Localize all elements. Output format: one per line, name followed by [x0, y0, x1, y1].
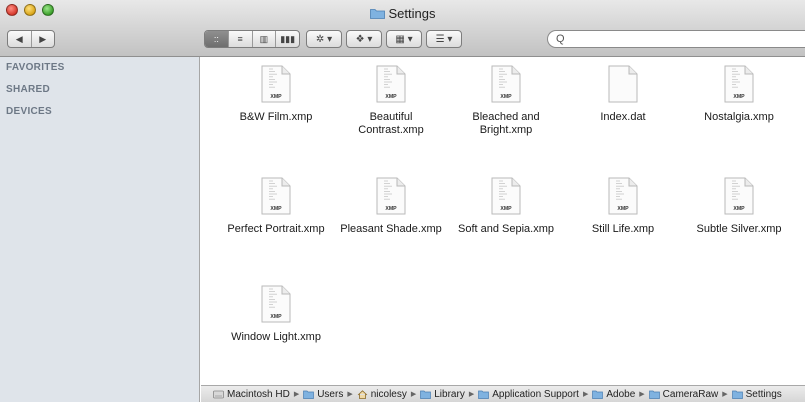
file-type-badge: XMP — [270, 314, 282, 320]
file-name[interactable]: Beautiful Contrast.xmp — [336, 111, 446, 137]
file-item[interactable]: XMP Pleasant Shade.xmp — [336, 177, 446, 236]
list-view-button[interactable]: ≡ — [229, 31, 253, 47]
path-crumb[interactable]: Macintosh HD — [213, 389, 290, 400]
path-crumb[interactable]: Users — [303, 389, 343, 400]
document-icon: XMP — [491, 177, 521, 215]
path-crumb[interactable]: Library — [420, 389, 465, 400]
file-item[interactable]: XMP B&W Film.xmp — [221, 65, 331, 124]
folder-icon — [303, 390, 315, 399]
toolbar: Settings ◀ ▶ :: ≡ ▥ ▮▮▮ ✲ ▾ ❖ ▾ ▦ ▾ ☰ ▾ … — [0, 0, 805, 57]
document-icon: XMP — [608, 177, 638, 215]
search-field[interactable]: Q — [547, 30, 805, 48]
folder-icon — [420, 390, 432, 399]
document-icon: XMP — [261, 65, 291, 103]
file-type-badge: XMP — [385, 94, 397, 100]
path-crumb[interactable]: nicolesy — [357, 389, 407, 400]
path-crumb-label: Adobe — [606, 388, 636, 400]
file-item[interactable]: Index.dat — [568, 65, 678, 124]
window-title-text: Settings — [388, 6, 436, 21]
file-name[interactable]: Still Life.xmp — [568, 223, 678, 236]
file-item[interactable]: XMP Nostalgia.xmp — [684, 65, 794, 124]
path-separator-icon: ▶ — [468, 391, 475, 398]
file-type-badge: XMP — [385, 206, 397, 212]
file-item[interactable]: XMP Beautiful Contrast.xmp — [336, 65, 446, 137]
file-type-badge: XMP — [270, 206, 282, 212]
path-separator-icon: ▶ — [582, 391, 589, 398]
path-crumb-label: Application Support — [492, 388, 579, 400]
file-type-badge: XMP — [500, 94, 512, 100]
coverflow-view-button[interactable]: ▮▮▮ — [276, 31, 299, 47]
path-crumb[interactable]: CameraRaw — [648, 388, 719, 400]
folder-icon — [648, 390, 660, 399]
finder-window: Settings ◀ ▶ :: ≡ ▥ ▮▮▮ ✲ ▾ ❖ ▾ ▦ ▾ ☰ ▾ … — [0, 0, 805, 402]
document-icon: XMP — [261, 177, 291, 215]
file-type-badge: XMP — [733, 206, 745, 212]
file-item[interactable]: XMP Bleached and Bright.xmp — [451, 65, 561, 137]
back-forward-control[interactable]: ◀ ▶ — [7, 30, 55, 48]
path-crumb-label: Settings — [745, 388, 782, 400]
path-crumb[interactable]: Adobe — [592, 389, 635, 400]
path-separator-icon: ▶ — [347, 391, 353, 398]
file-name[interactable]: Soft and Sepia.xmp — [451, 223, 561, 236]
folder-icon — [369, 9, 385, 19]
path-crumb-label: nicolesy — [370, 388, 407, 400]
document-icon: XMP — [724, 177, 754, 215]
home-icon — [357, 389, 367, 399]
file-type-badge: XMP — [500, 206, 512, 212]
document-icon — [608, 65, 638, 103]
sidebar-heading-shared[interactable]: SHARED — [0, 79, 199, 101]
path-separator-icon: ▶ — [639, 391, 645, 398]
share-menu-button[interactable]: ☰ ▾ — [426, 30, 462, 48]
document-icon: XMP — [724, 65, 754, 103]
path-bar: Macintosh HD ▶ Users ▶ nicolesy ▶ Library ▶ Appl… — [201, 385, 805, 402]
back-button[interactable]: ◀ — [8, 31, 32, 47]
file-item[interactable]: XMP Window Light.xmp — [221, 285, 331, 344]
path-crumb-label: CameraRaw — [662, 388, 719, 400]
file-item[interactable]: XMP Soft and Sepia.xmp — [451, 177, 561, 236]
file-item[interactable]: XMP Subtle Silver.xmp — [684, 177, 794, 236]
file-name[interactable]: Nostalgia.xmp — [684, 111, 794, 124]
file-grid: XMP B&W Film.xmp XMP Beautiful Contrast.… — [201, 57, 805, 385]
path-separator-icon: ▶ — [293, 391, 300, 398]
file-name[interactable]: Subtle Silver.xmp — [684, 223, 794, 236]
hard-drive-icon — [213, 390, 224, 398]
sidebar-heading-favorites[interactable]: FAVORITES — [0, 57, 199, 79]
path-crumb-label: Users — [317, 388, 344, 400]
document-icon: XMP — [261, 285, 291, 323]
file-item[interactable]: XMP Still Life.xmp — [568, 177, 678, 236]
search-icon: Q — [556, 33, 565, 45]
file-type-badge: XMP — [617, 206, 629, 212]
path-separator-icon: ▶ — [410, 391, 417, 398]
folder-icon — [731, 390, 743, 399]
file-name[interactable]: Window Light.xmp — [221, 331, 331, 344]
icon-view-button[interactable]: :: — [205, 31, 229, 47]
file-name[interactable]: Pleasant Shade.xmp — [336, 223, 446, 236]
column-view-button[interactable]: ▥ — [253, 31, 277, 47]
path-crumb-label: Library — [434, 388, 465, 400]
forward-button[interactable]: ▶ — [32, 31, 55, 47]
action-menu-button[interactable]: ✲ ▾ — [306, 30, 342, 48]
folder-icon — [592, 390, 604, 399]
path-crumb[interactable]: Settings — [731, 388, 782, 400]
window-title: Settings — [0, 6, 805, 21]
sidebar: FAVORITES SHARED DEVICES — [0, 57, 200, 402]
file-name[interactable]: B&W Film.xmp — [221, 111, 331, 124]
sidebar-heading-devices[interactable]: DEVICES — [0, 101, 199, 123]
dropbox-menu-button[interactable]: ❖ ▾ — [346, 30, 382, 48]
file-name[interactable]: Bleached and Bright.xmp — [451, 111, 561, 137]
path-separator-icon: ▶ — [722, 391, 728, 398]
path-crumb-label: Macintosh HD — [227, 388, 290, 400]
document-icon: XMP — [376, 177, 406, 215]
document-icon: XMP — [491, 65, 521, 103]
file-name[interactable]: Perfect Portrait.xmp — [221, 223, 331, 236]
file-name[interactable]: Index.dat — [568, 111, 678, 124]
document-icon: XMP — [376, 65, 406, 103]
file-type-badge: XMP — [733, 94, 745, 100]
arrange-menu-button[interactable]: ▦ ▾ — [386, 30, 422, 48]
file-item[interactable]: XMP Perfect Portrait.xmp — [221, 177, 331, 236]
view-mode-control[interactable]: :: ≡ ▥ ▮▮▮ — [204, 30, 300, 48]
folder-icon — [478, 390, 490, 399]
path-crumb[interactable]: Application Support — [478, 389, 579, 400]
file-type-badge: XMP — [270, 94, 282, 100]
